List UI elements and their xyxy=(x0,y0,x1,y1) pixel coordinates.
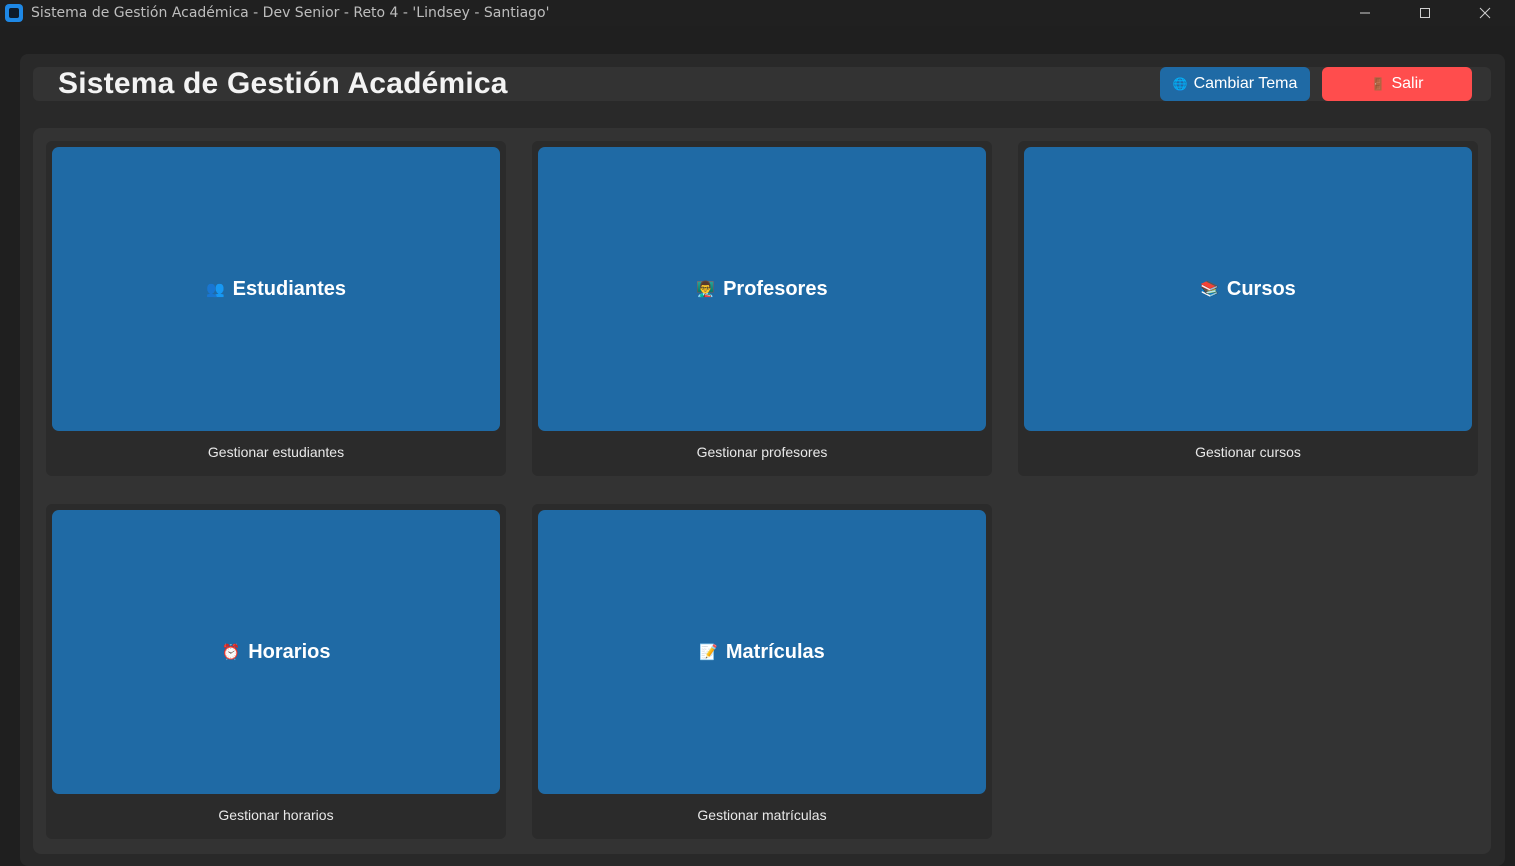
window-titlebar: Sistema de Gestión Académica - Dev Senio… xyxy=(0,0,1515,26)
exit-label: Salir xyxy=(1391,75,1424,92)
enrollments-description: Gestionar matrículas xyxy=(697,807,827,823)
window-title: Sistema de Gestión Académica - Dev Senio… xyxy=(31,5,550,21)
schedules-label: Horarios xyxy=(248,640,331,663)
change-theme-label: Cambiar Tema xyxy=(1193,75,1298,92)
minimize-icon[interactable] xyxy=(1335,0,1395,26)
module-card-enrollments: 📝 Matrículas Gestionar matrículas xyxy=(532,504,992,839)
students-icon: 👥 xyxy=(205,281,225,298)
courses-description: Gestionar cursos xyxy=(1195,444,1301,460)
module-card-schedules: ⏰ Horarios Gestionar horarios xyxy=(46,504,506,839)
app-icon xyxy=(5,4,23,22)
enrollment-icon: 📝 xyxy=(699,644,718,661)
courses-button[interactable]: 📚 Cursos xyxy=(1024,147,1472,431)
schedules-button[interactable]: ⏰ Horarios xyxy=(52,510,500,794)
exit-button[interactable]: 🚪 Salir xyxy=(1322,67,1472,101)
students-label: Estudiantes xyxy=(232,277,347,300)
maximize-icon[interactable] xyxy=(1395,0,1455,26)
header-bar: Sistema de Gestión Académica 🌐 Cambiar T… xyxy=(33,67,1491,101)
door-icon: 🚪 xyxy=(1370,77,1386,91)
module-card-students: 👥 Estudiantes Gestionar estudiantes xyxy=(46,141,506,476)
teachers-description: Gestionar profesores xyxy=(696,444,828,460)
students-button[interactable]: 👥 Estudiantes xyxy=(52,147,500,431)
window-controls xyxy=(1335,0,1515,26)
enrollments-label: Matrículas xyxy=(725,640,825,663)
teachers-label: Profesores xyxy=(723,277,828,300)
books-icon: 📚 xyxy=(1200,281,1219,298)
page-title: Sistema de Gestión Académica xyxy=(58,67,508,100)
enrollments-button[interactable]: 📝 Matrículas xyxy=(538,510,986,794)
modules-grid: 👥 Estudiantes Gestionar estudiantes 👨‍🏫 … xyxy=(33,128,1491,854)
change-theme-button[interactable]: 🌐 Cambiar Tema xyxy=(1160,67,1310,101)
module-card-courses: 📚 Cursos Gestionar cursos xyxy=(1018,141,1478,476)
main-panel: Sistema de Gestión Académica 🌐 Cambiar T… xyxy=(20,54,1505,866)
globe-icon: 🌐 xyxy=(1172,77,1188,91)
students-description: Gestionar estudiantes xyxy=(207,444,345,460)
close-icon[interactable] xyxy=(1455,0,1515,26)
module-card-teachers: 👨‍🏫 Profesores Gestionar profesores xyxy=(532,141,992,476)
teachers-button[interactable]: 👨‍🏫 Profesores xyxy=(538,147,986,431)
teacher-icon: 👨‍🏫 xyxy=(696,281,716,298)
schedules-description: Gestionar horarios xyxy=(218,807,334,823)
courses-label: Cursos xyxy=(1226,277,1296,300)
alarm-clock-icon: ⏰ xyxy=(221,644,241,661)
